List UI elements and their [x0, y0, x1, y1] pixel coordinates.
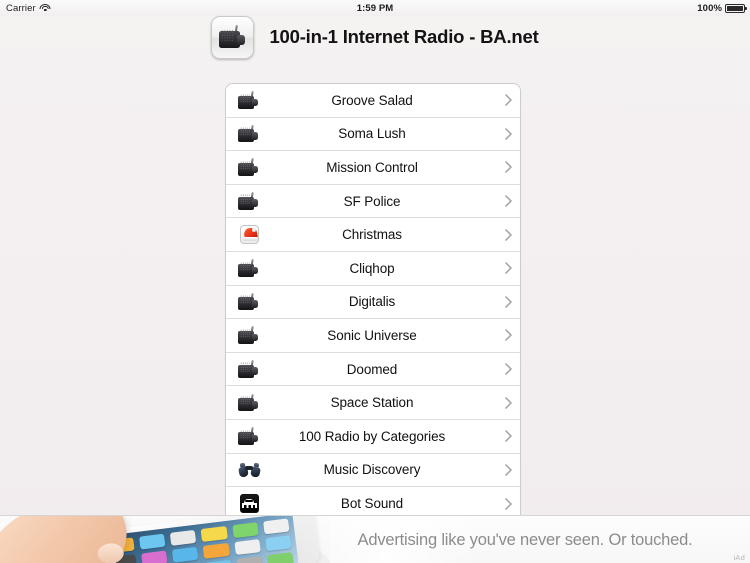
- list-item-label: Christmas: [342, 227, 402, 243]
- station-list: Groove Salad Soma Lush Mission Control S…: [225, 83, 521, 522]
- list-item[interactable]: Sonic Universe: [226, 319, 520, 353]
- list-item[interactable]: Cliqhop: [226, 251, 520, 286]
- chevron-right-icon: [496, 430, 520, 443]
- ad-banner[interactable]: Advertising like you've never seen. Or t…: [0, 515, 750, 563]
- ad-product-photo: [0, 516, 330, 563]
- app-header: 100-in-1 Internet Radio - BA.net: [0, 12, 750, 62]
- chevron-right-icon: [496, 396, 520, 409]
- list-item-label: SF Police: [343, 193, 401, 209]
- finger-graphic: [0, 516, 142, 563]
- list-item[interactable]: Soma Lush: [226, 117, 520, 152]
- ad-headline: Advertising like you've never seen. Or t…: [357, 530, 693, 549]
- list-item[interactable]: Space Station: [226, 386, 520, 420]
- list-item-label: Sonic Universe: [327, 327, 417, 343]
- iad-label: iAd: [733, 553, 745, 562]
- app-screen: Carrier 1:59 PM 100% 100-in-1 Internet R…: [0, 0, 750, 563]
- list-item-label: Space Station: [330, 395, 414, 411]
- chevron-right-icon: [496, 161, 520, 174]
- list-item[interactable]: Music Discovery: [226, 453, 520, 488]
- chevron-right-icon: [496, 128, 520, 140]
- radio-icon-graphic: [218, 24, 247, 48]
- list-item-label: 100 Radio by Categories: [298, 428, 446, 444]
- list-item[interactable]: Digitalis: [226, 285, 520, 320]
- list-item-label: Mission Control: [326, 159, 418, 175]
- list-item-label: Bot Sound: [340, 496, 404, 512]
- list-item-label: Soma Lush: [338, 126, 406, 142]
- list-item-label: Music Discovery: [323, 462, 421, 478]
- list-item[interactable]: Groove Salad: [226, 84, 520, 118]
- page-title: 100-in-1 Internet Radio - BA.net: [269, 26, 539, 47]
- list-item-label: Digitalis: [348, 294, 396, 310]
- list-item[interactable]: Christmas: [226, 218, 520, 252]
- chevron-right-icon: [496, 363, 520, 375]
- chevron-right-icon: [496, 296, 520, 308]
- list-item-label: Cliqhop: [349, 260, 395, 276]
- chevron-right-icon: [496, 94, 520, 107]
- list-item[interactable]: Doomed: [226, 352, 520, 387]
- list-item[interactable]: 100 Radio by Categories: [226, 419, 520, 454]
- chevron-right-icon: [496, 262, 520, 275]
- list-item-label: Doomed: [346, 361, 398, 377]
- chevron-right-icon: [496, 195, 520, 207]
- list-item-label: Groove Salad: [331, 92, 413, 108]
- radio-app-icon: [211, 15, 255, 59]
- list-item[interactable]: SF Police: [226, 184, 520, 219]
- chevron-right-icon: [496, 498, 520, 510]
- chevron-right-icon: [496, 228, 520, 241]
- chevron-right-icon: [496, 329, 520, 342]
- list-item[interactable]: Mission Control: [226, 151, 520, 185]
- chevron-right-icon: [496, 464, 520, 476]
